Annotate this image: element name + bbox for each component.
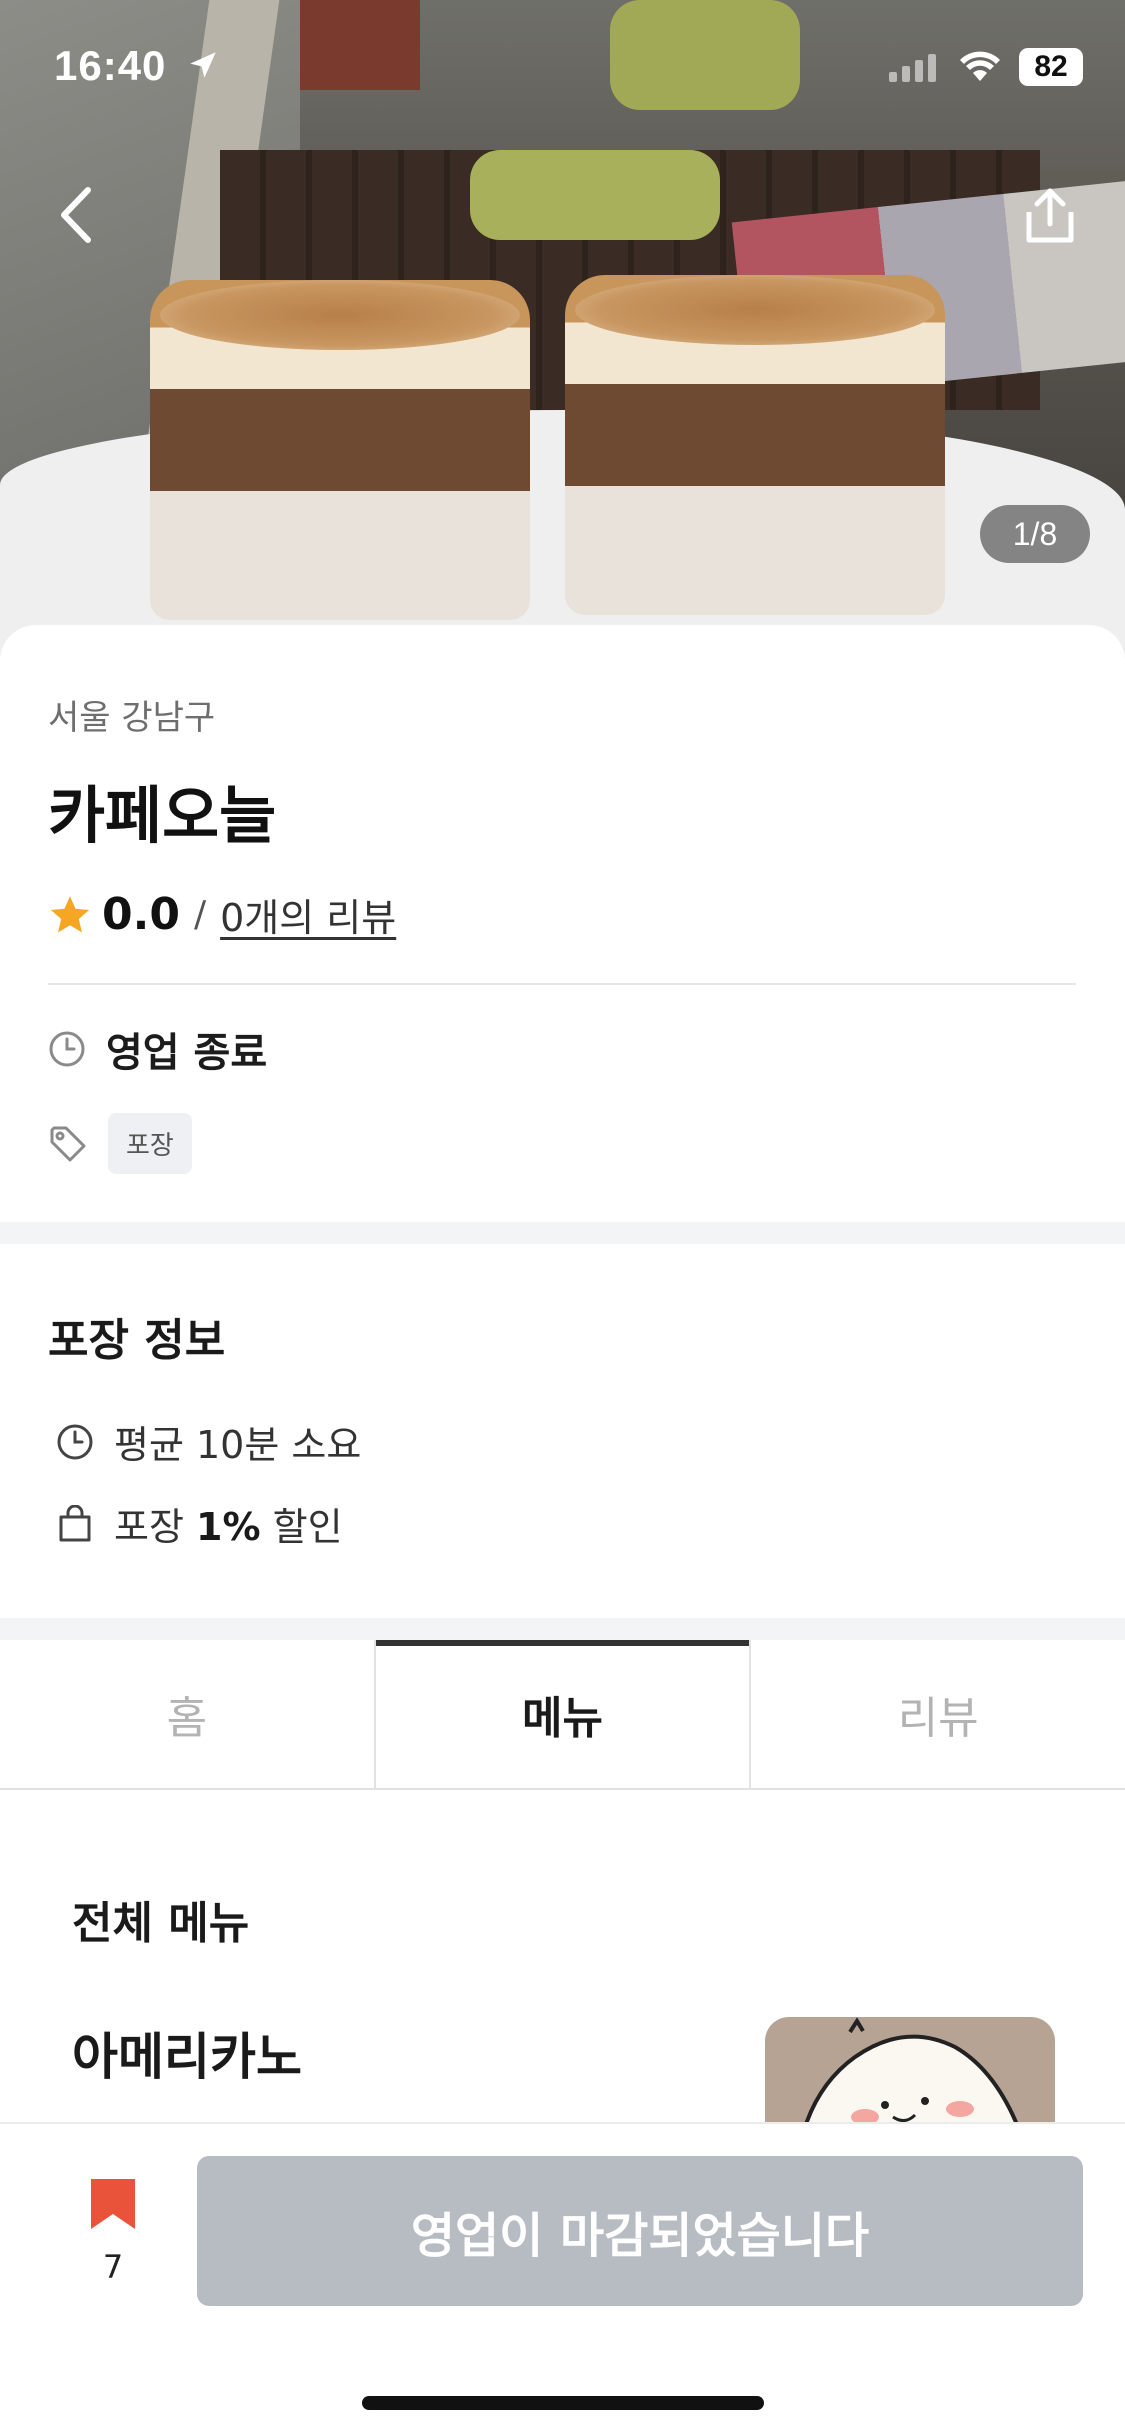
takeout-discount-row: 포장 1% 할인 [56, 1496, 343, 1551]
menu-heading: 전체 메뉴 [72, 1898, 250, 1949]
bookmark-count: 7 [102, 2248, 124, 2286]
tag-icon [50, 1126, 86, 1161]
bottom-action-bar: 7 영업이 마감되었습니다 [0, 2122, 1125, 2436]
divider [48, 983, 1076, 985]
menu-item-thumbnail[interactable] [765, 2017, 1055, 2122]
discount-value: 1% [196, 1505, 261, 1549]
location-arrow-icon [190, 52, 216, 78]
tab-reviews[interactable]: 리뷰 [751, 1640, 1125, 1788]
rating-separator: / [193, 894, 207, 935]
store-name: 카페오늘 [48, 779, 277, 852]
signal-icon [889, 54, 936, 82]
photo-bg-wall [300, 0, 420, 90]
discount-prefix: 포장 [114, 1505, 184, 1549]
menu-item-illustration [804, 2017, 1019, 2122]
bookmark-button[interactable]: 7 [82, 2176, 144, 2286]
photo-bg-chair [470, 150, 720, 240]
share-icon[interactable] [1015, 180, 1085, 250]
review-count-link[interactable]: 0개의 리뷰 [220, 887, 396, 942]
photo-coffee-cup [150, 280, 530, 620]
takeout-info-section: 포장 정보 평균 10분 소요 포장 1% 할인 [0, 1244, 1125, 1620]
rating-row: 0.0 / 0개의 리뷰 [48, 887, 396, 942]
takeout-avg-time: 평균 10분 소요 [114, 1423, 362, 1467]
photo-bg-chair [610, 0, 800, 110]
business-status: 영업 종료 [106, 1030, 268, 1076]
photo-counter: 1/8 [980, 505, 1090, 563]
bookmark-icon [91, 2179, 135, 2229]
clock-icon [57, 1424, 93, 1459]
tag-row: 포장 [48, 1113, 192, 1174]
takeout-discount: 포장 1% 할인 [114, 1496, 343, 1551]
photo-coffee-cup [565, 275, 945, 615]
takeout-info-title: 포장 정보 [48, 1315, 226, 1366]
business-hours-row: 영업 종료 [48, 1020, 267, 1078]
store-info-card: 서울 강남구 카페오늘 0.0 / 0개의 리뷰 영업 종료 포장 [0, 625, 1125, 1225]
status-indicators: 82 [889, 48, 1083, 86]
menu-section: 전체 메뉴 아메리카노 [0, 1792, 1125, 2122]
home-indicator[interactable] [362, 2396, 764, 2410]
store-region: 서울 강남구 [48, 698, 216, 738]
section-separator [0, 1222, 1125, 1244]
status-time: 16:40 [54, 42, 167, 89]
star-icon [50, 895, 90, 932]
store-photo[interactable]: 16:40 82 1/8 [0, 0, 1125, 660]
clock-icon [49, 1031, 85, 1067]
shopping-bag-icon [59, 1504, 91, 1541]
store-tabs: 홈 메뉴 리뷰 [0, 1640, 1125, 1790]
discount-suffix: 할인 [272, 1505, 343, 1549]
menu-item-name[interactable]: 아메리카노 [72, 2017, 302, 2089]
wifi-icon [960, 51, 1000, 81]
section-separator [0, 1618, 1125, 1640]
takeout-time-row: 평균 10분 소요 [56, 1414, 361, 1469]
back-arrow-icon[interactable] [50, 180, 110, 250]
tab-menu[interactable]: 메뉴 [373, 1640, 752, 1788]
store-closed-button[interactable]: 영업이 마감되었습니다 [197, 2156, 1083, 2306]
takeout-tag: 포장 [108, 1113, 192, 1174]
battery-level: 82 [1019, 48, 1083, 86]
rating-value: 0.0 [102, 889, 180, 940]
tab-home[interactable]: 홈 [0, 1640, 374, 1788]
